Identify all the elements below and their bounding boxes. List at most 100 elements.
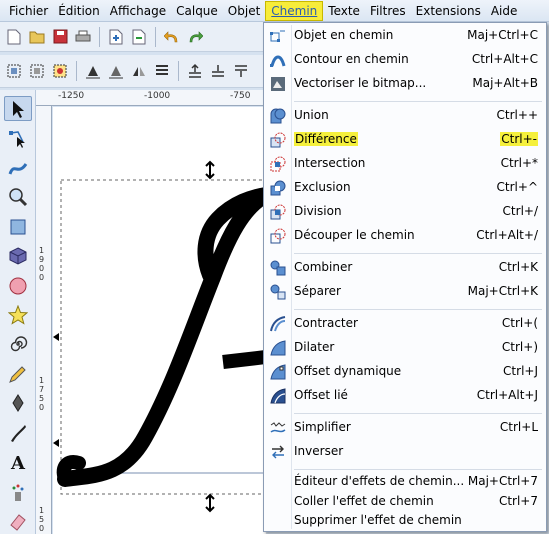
- menu-item-union[interactable]: Union Ctrl++: [266, 105, 544, 127]
- import-icon[interactable]: [106, 27, 126, 47]
- menu-item-shortcut: Ctrl+-: [500, 132, 538, 146]
- menu-item-exclusion[interactable]: Exclusion Ctrl+^: [266, 177, 544, 199]
- menu-item-outset[interactable]: Dilater Ctrl+): [266, 337, 544, 359]
- menu-aide[interactable]: Aide: [486, 1, 523, 21]
- new-document-icon[interactable]: [4, 27, 24, 47]
- menu-affichage[interactable]: Affichage: [105, 1, 171, 21]
- flip-horizontal-icon[interactable]: [129, 61, 149, 81]
- zoom-tool-icon[interactable]: [4, 184, 32, 209]
- menu-item-object-to-path[interactable]: Objet en chemin Maj+Ctrl+C: [266, 25, 544, 47]
- stroke-to-path-icon: [270, 52, 286, 68]
- raise-icon[interactable]: [208, 61, 228, 81]
- menu-item-break-apart[interactable]: Séparer Maj+Ctrl+K: [266, 281, 544, 303]
- tweak-tool-icon[interactable]: [4, 155, 32, 180]
- ruler-label: -1250: [58, 91, 85, 101]
- toolbar-separator: [178, 61, 179, 81]
- reverse-icon: [270, 444, 286, 460]
- menu-edition[interactable]: Édition: [53, 1, 105, 21]
- select-all-icon[interactable]: [4, 61, 24, 81]
- select-in-all-layers-icon[interactable]: [27, 61, 47, 81]
- letter-main-stroke: [57, 187, 266, 487]
- scale-handle-bottom: [205, 493, 215, 513]
- menu-item-inset[interactable]: Contracter Ctrl+(: [266, 313, 544, 335]
- menu-item-label: Différence: [294, 132, 358, 146]
- print-icon[interactable]: [73, 27, 93, 47]
- undo-icon[interactable]: [162, 27, 182, 47]
- commands-toolbar: [0, 22, 266, 52]
- menu-texte[interactable]: Texte: [323, 1, 365, 21]
- menu-item-label: Éditeur d'effets de chemin...: [294, 474, 465, 488]
- redo-icon[interactable]: [185, 27, 205, 47]
- menu-extensions[interactable]: Extensions: [411, 1, 486, 21]
- menu-item-difference[interactable]: Différence Ctrl+-: [266, 129, 544, 151]
- menu-item-combine[interactable]: Combiner Ctrl+K: [266, 257, 544, 279]
- selector-tool-icon[interactable]: [3, 96, 32, 122]
- menu-item-reverse[interactable]: Inverser: [266, 441, 544, 463]
- menu-item-shortcut: Ctrl+(: [501, 316, 538, 330]
- intersection-icon: [270, 156, 286, 172]
- menu-item-shortcut: Ctrl+Alt+J: [476, 388, 538, 402]
- save-icon[interactable]: [50, 27, 70, 47]
- menu-calque[interactable]: Calque: [171, 1, 223, 21]
- combine-icon: [270, 260, 286, 276]
- menu-item-division[interactable]: Division Ctrl+/: [266, 201, 544, 223]
- node-tool-icon[interactable]: [4, 125, 32, 150]
- export-icon[interactable]: [129, 27, 149, 47]
- pencil-tool-icon[interactable]: [4, 361, 32, 386]
- deselect-icon[interactable]: [50, 61, 70, 81]
- star-tool-icon[interactable]: [4, 302, 32, 327]
- menu-chemin[interactable]: Chemin: [265, 0, 324, 21]
- eraser-tool-icon[interactable]: [4, 509, 32, 534]
- rotate-ccw-icon[interactable]: [83, 61, 103, 81]
- calligraphy-tool-icon[interactable]: [4, 420, 32, 445]
- menu-item-intersection[interactable]: Intersection Ctrl+*: [266, 153, 544, 175]
- menu-item-label: Exclusion: [294, 180, 351, 194]
- text-tool-icon[interactable]: A: [4, 450, 32, 475]
- 3d-box-tool-icon[interactable]: [4, 243, 32, 268]
- raise-to-top-icon[interactable]: [185, 61, 205, 81]
- menu-item-linked-offset[interactable]: Offset lié Ctrl+Alt+J: [266, 385, 544, 407]
- canvas-drawing: [53, 160, 266, 513]
- menu-item-label: Union: [294, 108, 329, 122]
- menu-item-remove-path-effect[interactable]: Supprimer l'effet de chemin: [266, 510, 544, 532]
- lower-icon[interactable]: [231, 61, 251, 81]
- dynamic-offset-icon: [270, 364, 286, 380]
- pen-tool-icon[interactable]: [4, 391, 32, 416]
- drawing-canvas[interactable]: [53, 107, 266, 534]
- ruler-label: -1000: [144, 91, 171, 101]
- menu-item-trace-bitmap[interactable]: Vectoriser le bitmap... Maj+Alt+B: [266, 73, 544, 95]
- menu-item-simplify[interactable]: Simplifier Ctrl+L: [266, 417, 544, 439]
- cut-path-icon: [270, 228, 286, 244]
- menu-item-shortcut: Maj+Ctrl+K: [467, 284, 538, 298]
- ruler-label: 1750: [39, 376, 45, 412]
- menu-item-label: Offset dynamique: [294, 364, 402, 378]
- menu-item-cut-path[interactable]: Découper le chemin Ctrl+Alt+/: [266, 225, 544, 247]
- menu-item-shortcut: Maj+Ctrl+7: [467, 474, 538, 488]
- menu-item-label: Contour en chemin: [294, 52, 409, 66]
- menu-item-shortcut: Ctrl+/: [502, 204, 538, 218]
- menu-fichier[interactable]: Fichier: [4, 1, 53, 21]
- rectangle-tool-icon[interactable]: [4, 214, 32, 239]
- menu-separator: [294, 413, 542, 414]
- menu-objet[interactable]: Objet: [223, 1, 265, 21]
- menu-item-label: Vectoriser le bitmap...: [294, 76, 427, 90]
- menu-item-stroke-to-path[interactable]: Contour en chemin Ctrl+Alt+C: [266, 49, 544, 71]
- menu-item-label: Coller l'effet de chemin: [294, 494, 434, 508]
- menu-filtres[interactable]: Filtres: [365, 1, 411, 21]
- scale-handle-left: [53, 333, 59, 447]
- menu-item-path-effect-editor[interactable]: Éditeur d'effets de chemin... Maj+Ctrl+7: [266, 471, 544, 493]
- menu-item-shortcut: Ctrl+*: [500, 156, 538, 170]
- letter-crossbar: [222, 350, 266, 369]
- open-folder-icon[interactable]: [27, 27, 47, 47]
- vertical-ruler: 1900 1750 1500: [36, 106, 52, 534]
- ellipse-tool-icon[interactable]: [4, 273, 32, 298]
- spray-tool-icon[interactable]: [4, 479, 32, 504]
- rotate-cw-icon[interactable]: [106, 61, 126, 81]
- menu-item-dynamic-offset[interactable]: Offset dynamique Ctrl+J: [266, 361, 544, 383]
- toolbar-separator: [155, 26, 156, 47]
- menu-bar: Fichier Édition Affichage Calque Objet C…: [0, 0, 549, 22]
- spiral-tool-icon[interactable]: [4, 332, 32, 357]
- trace-bitmap-icon: [270, 76, 286, 92]
- flip-vertical-icon[interactable]: [152, 61, 172, 81]
- ruler-label: 1500: [39, 506, 45, 534]
